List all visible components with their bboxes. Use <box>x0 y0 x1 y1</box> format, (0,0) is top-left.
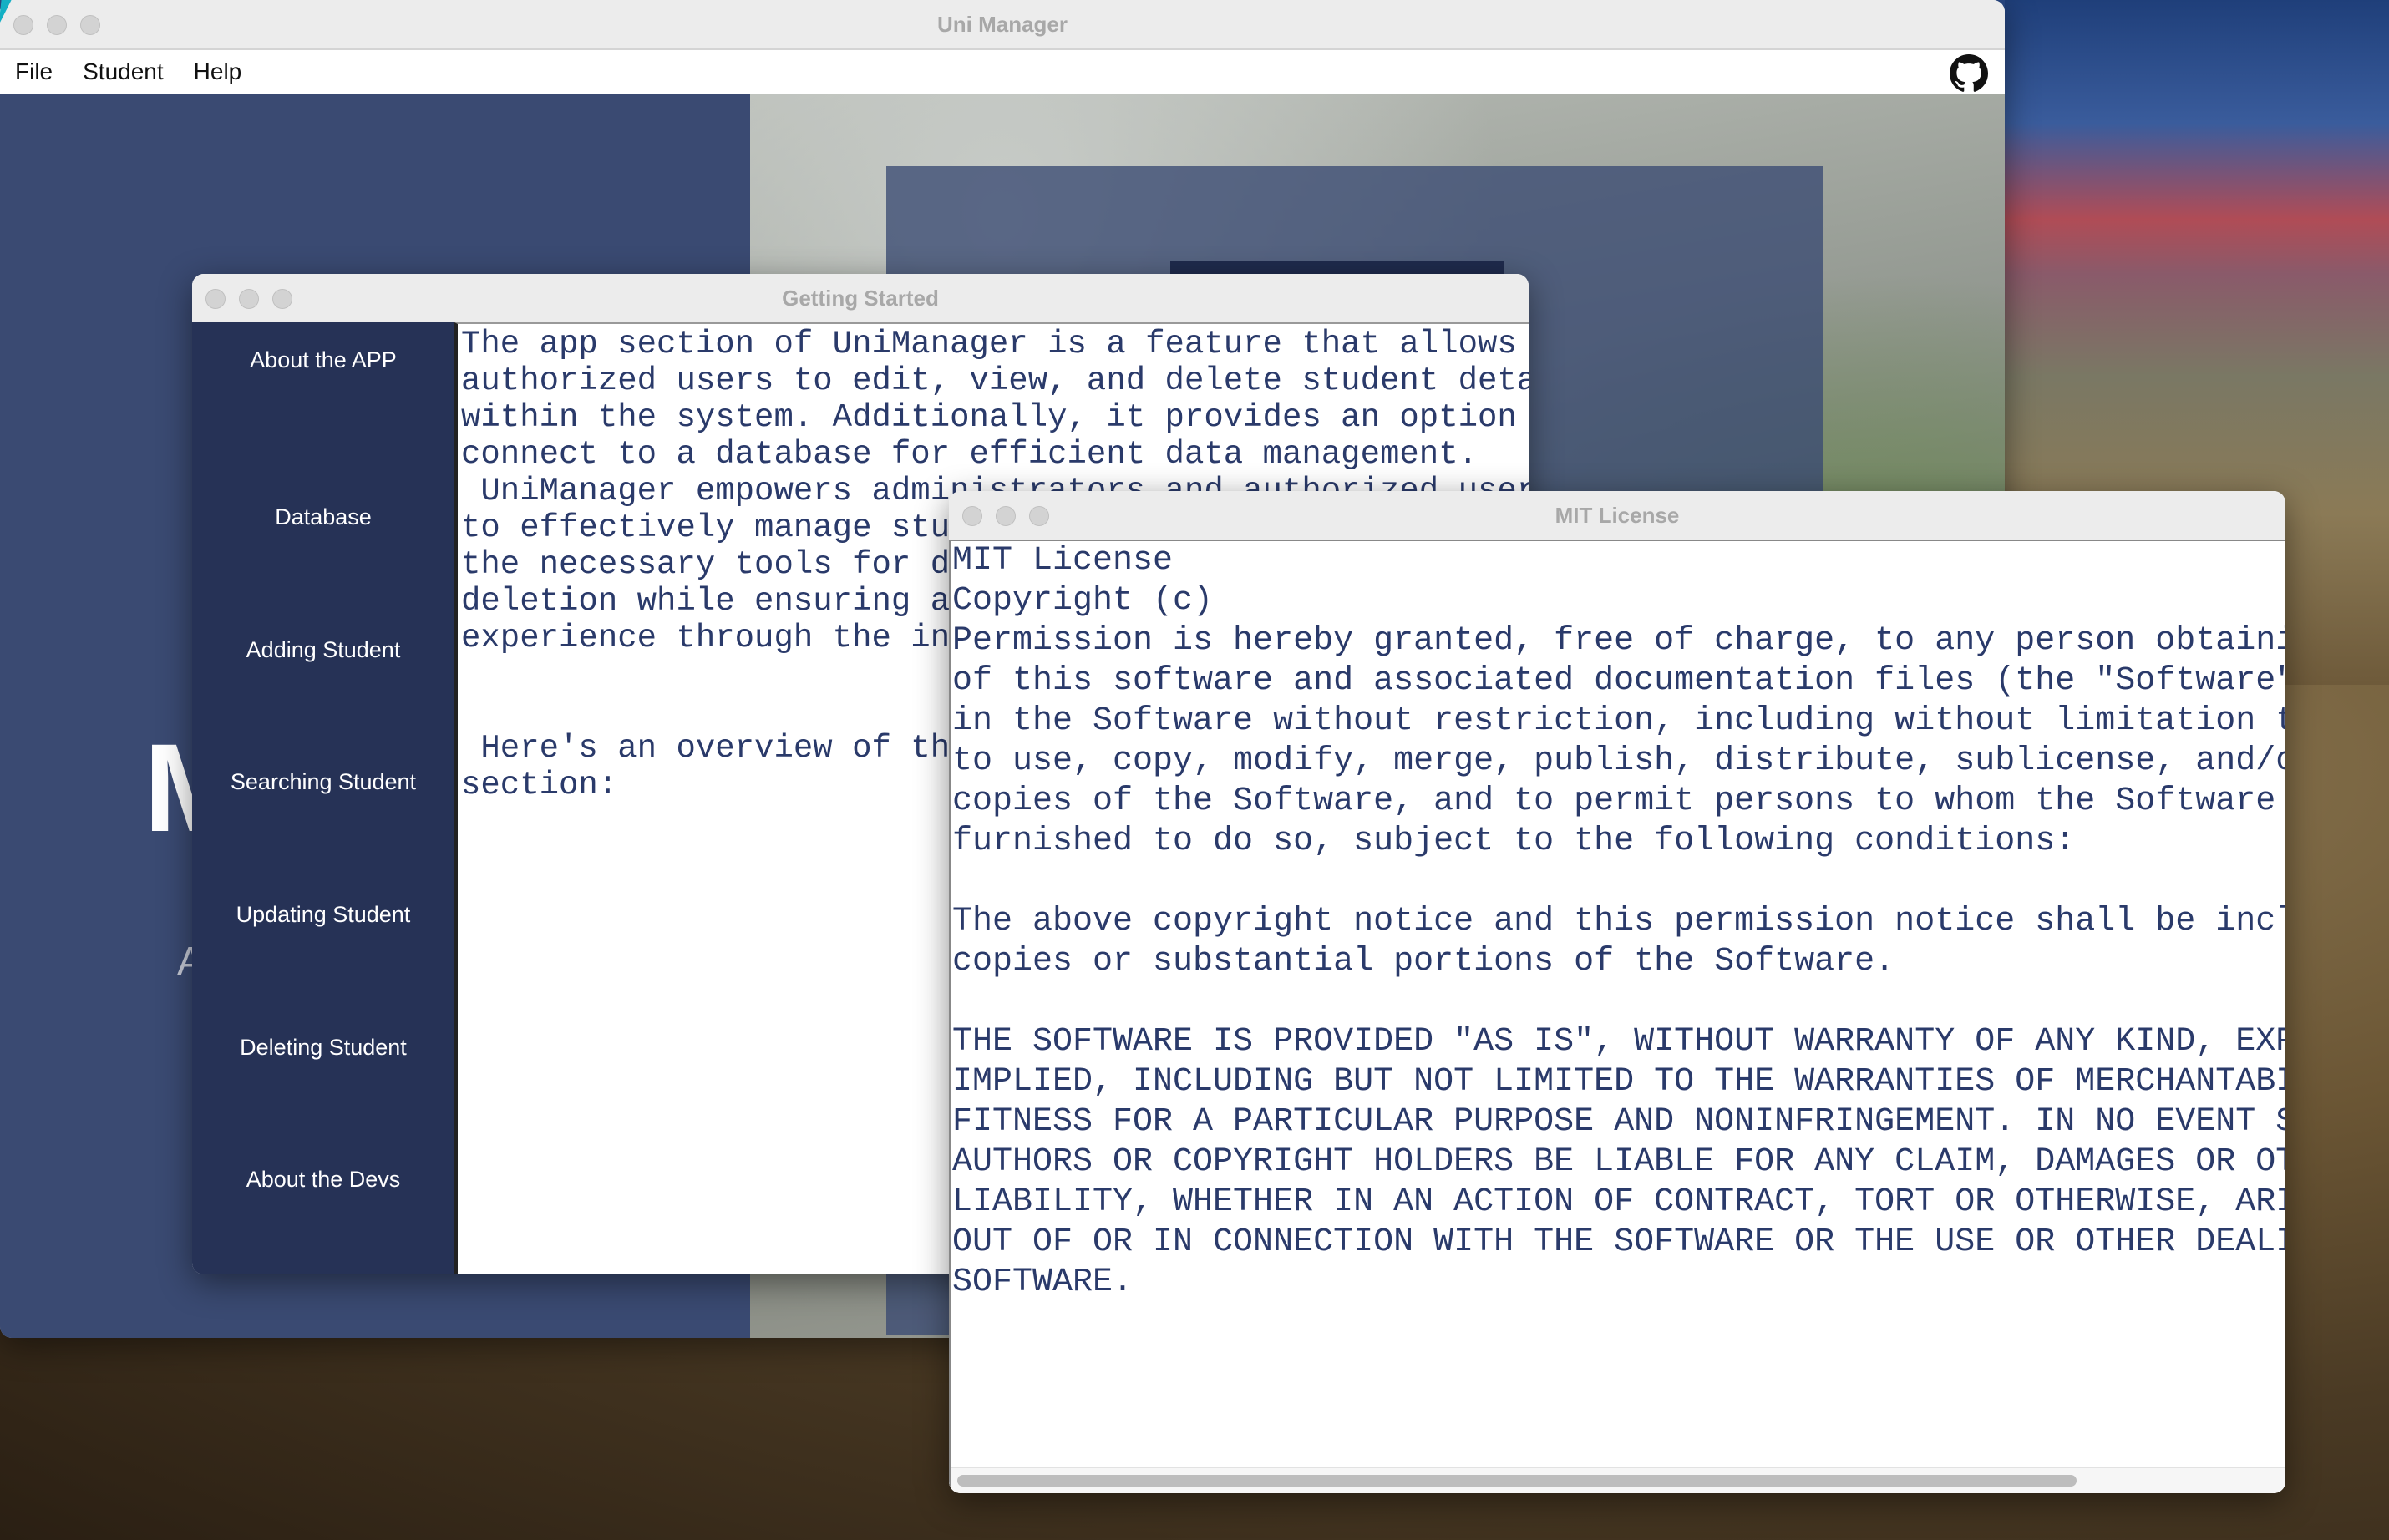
license-text: MIT License Copyright (c) Permission is … <box>952 542 2285 1301</box>
menu-student[interactable]: Student <box>68 50 179 94</box>
nav-about-devs[interactable]: About the Devs <box>192 1142 454 1274</box>
mit-license-window: MIT License MIT License Copyright (c) Pe… <box>949 491 2285 1493</box>
menu-file[interactable]: File <box>0 50 68 94</box>
license-text-area[interactable]: MIT License Copyright (c) Permission is … <box>949 540 2285 1493</box>
nav-deleting-student[interactable]: Deleting Student <box>192 1010 454 1142</box>
gs-sidebar: About the APP Database Adding Student Se… <box>192 322 454 1274</box>
nav-database[interactable]: Database <box>192 479 454 612</box>
window-title: Getting Started <box>782 286 939 311</box>
gs-titlebar[interactable]: Getting Started <box>192 274 1529 324</box>
scrollbar-thumb[interactable] <box>957 1475 2077 1487</box>
github-icon[interactable] <box>1950 54 1988 93</box>
nav-searching-student[interactable]: Searching Student <box>192 744 454 877</box>
menu-help[interactable]: Help <box>179 50 257 94</box>
nav-updating-student[interactable]: Updating Student <box>192 877 454 1010</box>
window-title: MIT License <box>1555 503 1680 528</box>
nav-adding-student[interactable]: Adding Student <box>192 612 454 745</box>
horizontal-scrollbar[interactable] <box>951 1467 2285 1493</box>
main-titlebar[interactable]: Uni Manager <box>0 0 2005 50</box>
nav-about-app[interactable]: About the APP <box>192 347 454 479</box>
mit-titlebar[interactable]: MIT License <box>949 491 2285 541</box>
menu-bar: File Student Help <box>0 50 2005 95</box>
window-title: Uni Manager <box>936 12 1068 37</box>
